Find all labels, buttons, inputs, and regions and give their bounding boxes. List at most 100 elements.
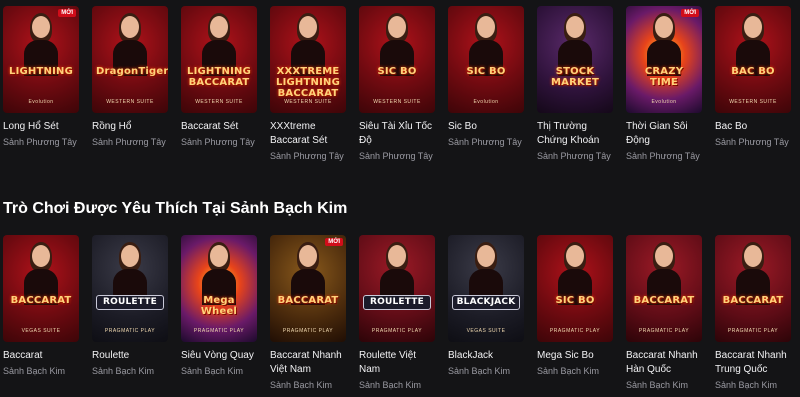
provider-label: PRAGMATIC PLAY <box>193 328 245 334</box>
game-lobby: Sảnh Phương Tây <box>3 137 77 147</box>
game-card[interactable]: DragonTiger WESTERN SUITE Rồng Hổ Sảnh Phươ… <box>92 6 168 162</box>
provider-label: WESTERN SUITE <box>284 99 332 105</box>
game-thumbnail[interactable]: BAC BO WESTERN SUITE <box>715 6 791 113</box>
game-title[interactable]: Long Hổ Sét <box>3 120 79 134</box>
game-logo: BACCARAT <box>277 295 339 306</box>
game-lobby: Sảnh Phương Tây <box>537 151 611 161</box>
game-logo: ROULETTE <box>363 295 431 310</box>
game-logo: ROULETTE <box>96 295 164 310</box>
game-logo: LIGHTNING BACCARAT <box>187 66 251 88</box>
game-card[interactable]: SIC BO PRAGMATIC PLAY Mega Sic Bo Sảnh Bạch… <box>537 235 613 391</box>
provider-label: VEGAS SUITE <box>21 328 61 334</box>
game-lobby: Sảnh Bạch Kim <box>715 380 778 390</box>
game-thumbnail[interactable]: BACCARAT PRAGMATIC PLAY <box>715 235 791 342</box>
game-row-western: LIGHTNING Evolution MỚI Long Hổ Sét Sảnh Phư… <box>3 6 791 162</box>
game-title[interactable]: BlackJack <box>448 349 524 363</box>
provider-label: Evolution <box>651 99 677 105</box>
game-card[interactable]: BACCARAT VEGAS SUITE Baccarat Sảnh Bạch Kim <box>3 235 79 391</box>
game-title[interactable]: Thời Gian Sôi Động <box>626 120 702 148</box>
game-lobby: Sảnh Phương Tây <box>448 137 522 147</box>
game-card[interactable]: SIC BO Evolution Sic Bo Sảnh Phương Tây <box>448 6 524 162</box>
game-title[interactable]: Bac Bo <box>715 120 791 134</box>
game-title[interactable]: Baccarat <box>3 349 79 363</box>
game-logo: LIGHTNING <box>9 66 73 77</box>
provider-label: WESTERN SUITE <box>729 99 777 105</box>
game-card[interactable]: BACCARAT PRAGMATIC PLAY Baccarat Nhanh Tru… <box>715 235 791 391</box>
game-lobby: Sảnh Phương Tây <box>92 137 166 147</box>
game-card[interactable]: ROULETTE PRAGMATIC PLAY Roulette Sảnh Bạch … <box>92 235 168 391</box>
game-thumbnail[interactable]: ROULETTE PRAGMATIC PLAY <box>92 235 168 342</box>
game-row-platinum: BACCARAT VEGAS SUITE Baccarat Sảnh Bạch Kim… <box>3 235 791 391</box>
provider-label: PRAGMATIC PLAY <box>638 328 690 334</box>
game-title[interactable]: Roulette Việt Nam <box>359 349 435 377</box>
game-logo: SIC BO <box>466 66 506 77</box>
game-thumbnail[interactable]: BACCARAT VEGAS SUITE <box>3 235 79 342</box>
game-logo: CRAZY TIME <box>644 66 684 88</box>
game-logo: SIC BO <box>377 66 417 77</box>
provider-label: WESTERN SUITE <box>195 99 243 105</box>
game-card[interactable]: SIC BO WESTERN SUITE Siêu Tài Xỉu Tốc Độ Sả… <box>359 6 435 162</box>
game-card[interactable]: BACCARAT PRAGMATIC PLAY MỚI Baccarat Nhanh … <box>270 235 346 391</box>
game-thumbnail[interactable]: DragonTiger WESTERN SUITE <box>92 6 168 113</box>
provider-label: WESTERN SUITE <box>373 99 421 105</box>
new-badge: MỚI <box>681 9 699 17</box>
game-logo: BACCARAT <box>722 295 784 306</box>
game-thumbnail[interactable]: XXXTREME LIGHTNING BACCARAT WESTERN SUITE <box>270 6 346 113</box>
game-thumbnail[interactable]: BACCARAT PRAGMATIC PLAY MỚI <box>270 235 346 342</box>
game-title[interactable]: Baccarat Nhanh Trung Quốc <box>715 349 791 377</box>
game-card[interactable]: BACCARAT PRAGMATIC PLAY Baccarat Nhanh Hàn… <box>626 235 702 391</box>
provider-label: VEGAS SUITE <box>466 328 506 334</box>
game-lobby: Sảnh Phương Tây <box>181 137 255 147</box>
game-lobby: Sảnh Phương Tây <box>715 137 789 147</box>
game-card[interactable]: LIGHTNING BACCARAT WESTERN SUITE Baccarat … <box>181 6 257 162</box>
game-lobby: Sảnh Bạch Kim <box>3 366 66 376</box>
game-title[interactable]: Baccarat Nhanh Việt Nam <box>270 349 346 377</box>
section-title: Trò Chơi Được Yêu Thích Tại Sảnh Bạch Ki… <box>3 200 348 217</box>
game-logo: BAC BO <box>731 66 775 77</box>
game-thumbnail[interactable]: SIC BO Evolution <box>448 6 524 113</box>
game-lobby: Sảnh Phương Tây <box>626 151 700 161</box>
game-logo: SIC BO <box>555 295 595 306</box>
game-card[interactable]: XXXTREME LIGHTNING BACCARAT WESTERN SUITE… <box>270 6 346 162</box>
provider-label: PRAGMATIC PLAY <box>549 328 601 334</box>
game-card[interactable]: BAC BO WESTERN SUITE Bac Bo Sảnh Phương Tây <box>715 6 791 162</box>
game-logo: BACCARAT <box>10 295 72 306</box>
provider-label: PRAGMATIC PLAY <box>727 328 779 334</box>
game-logo: XXXTREME LIGHTNING BACCARAT <box>276 66 340 99</box>
game-title[interactable]: Sic Bo <box>448 120 524 134</box>
game-card[interactable]: CRAZY TIME Evolution MỚI Thời Gian Sôi Động… <box>626 6 702 162</box>
new-badge: MỚI <box>325 238 343 246</box>
game-lobby: Sảnh Bạch Kim <box>448 366 511 376</box>
game-title[interactable]: Baccarat Nhanh Hàn Quốc <box>626 349 702 377</box>
game-thumbnail[interactable]: LIGHTNING Evolution MỚI <box>3 6 79 113</box>
game-thumbnail[interactable]: BLACKJACK VEGAS SUITE <box>448 235 524 342</box>
provider-label: Evolution <box>28 99 54 105</box>
game-card[interactable]: BLACKJACK VEGAS SUITE BlackJack Sảnh Bạch K… <box>448 235 524 391</box>
new-badge: MỚI <box>58 9 76 17</box>
game-lobby: Sảnh Bạch Kim <box>626 380 689 390</box>
game-lobby: Sảnh Phương Tây <box>270 151 344 161</box>
game-title[interactable]: Siêu Vòng Quay <box>181 349 257 363</box>
game-title[interactable]: Mega Sic Bo <box>537 349 613 363</box>
game-title[interactable]: Thị Trường Chứng Khoán <box>537 120 613 148</box>
game-thumbnail[interactable]: SIC BO WESTERN SUITE <box>359 6 435 113</box>
game-title[interactable]: Rồng Hổ <box>92 120 168 134</box>
game-card[interactable]: Mega Wheel PRAGMATIC PLAY Siêu Vòng Quay Sả… <box>181 235 257 391</box>
game-card[interactable]: LIGHTNING Evolution MỚI Long Hổ Sét Sảnh Phư… <box>3 6 79 162</box>
game-card[interactable]: STOCK MARKET Thị Trường Chứng Khoán Sảnh P… <box>537 6 613 162</box>
game-title[interactable]: XXXtreme Baccarat Sét <box>270 120 346 148</box>
game-thumbnail[interactable]: STOCK MARKET <box>537 6 613 113</box>
game-title[interactable]: Siêu Tài Xỉu Tốc Độ <box>359 120 435 148</box>
game-lobby: Sảnh Phương Tây <box>359 151 433 161</box>
game-card[interactable]: ROULETTE PRAGMATIC PLAY Roulette Việt Nam S… <box>359 235 435 391</box>
game-logo: Mega Wheel <box>200 295 238 317</box>
game-title[interactable]: Roulette <box>92 349 168 363</box>
game-thumbnail[interactable]: CRAZY TIME Evolution MỚI <box>626 6 702 113</box>
game-thumbnail[interactable]: ROULETTE PRAGMATIC PLAY <box>359 235 435 342</box>
game-title[interactable]: Baccarat Sét <box>181 120 257 134</box>
game-thumbnail[interactable]: Mega Wheel PRAGMATIC PLAY <box>181 235 257 342</box>
game-thumbnail[interactable]: LIGHTNING BACCARAT WESTERN SUITE <box>181 6 257 113</box>
game-thumbnail[interactable]: BACCARAT PRAGMATIC PLAY <box>626 235 702 342</box>
game-thumbnail[interactable]: SIC BO PRAGMATIC PLAY <box>537 235 613 342</box>
game-lobby: Sảnh Bạch Kim <box>359 380 422 390</box>
